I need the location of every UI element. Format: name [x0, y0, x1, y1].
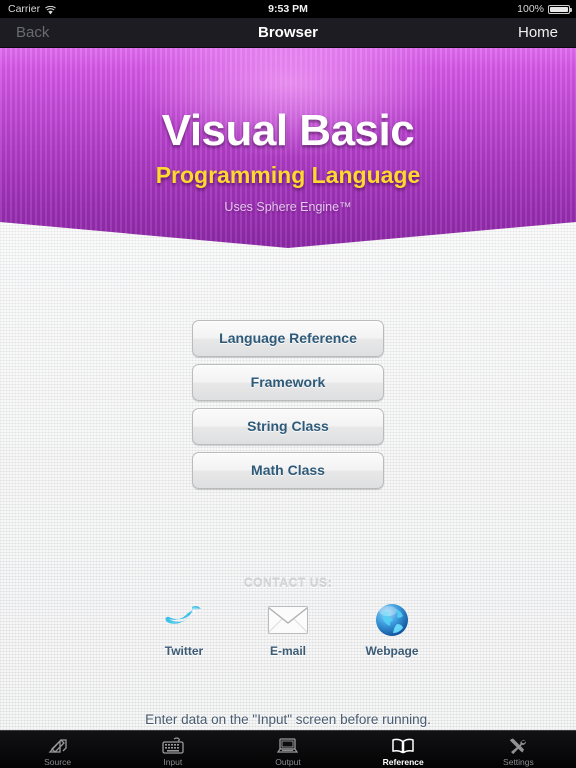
tab-input-label: Input [163, 756, 183, 767]
tab-settings-label: Settings [503, 756, 534, 767]
tab-reference-label: Reference [382, 756, 424, 767]
battery-full-icon [548, 4, 572, 14]
twitter-label: Twitter [164, 644, 204, 658]
tab-bar: Source Input Output Reference Settings [0, 730, 576, 768]
pencil-paper-icon [47, 735, 69, 755]
tab-settings[interactable]: Settings [461, 731, 576, 768]
contact-us-heading: CONTACT US: [243, 576, 333, 590]
language-reference-button[interactable]: Language Reference [192, 320, 384, 357]
email-label: E-mail [269, 644, 306, 658]
tab-source[interactable]: Source [0, 731, 115, 768]
email-link[interactable]: E-mail [253, 600, 323, 658]
envelope-icon [253, 600, 323, 640]
keyboard-icon [161, 735, 185, 755]
content-area: Visual Basic Programming Language Uses S… [0, 48, 576, 730]
tab-reference[interactable]: Reference [346, 731, 461, 768]
status-bar-right: 100% [517, 3, 572, 15]
navigation-bar: Back Browser Home [0, 18, 576, 48]
string-class-button[interactable]: String Class [192, 408, 384, 445]
tools-icon [507, 735, 529, 755]
framework-button[interactable]: Framework [192, 364, 384, 401]
twitter-bird-icon [149, 600, 219, 640]
laptop-icon [276, 735, 300, 755]
open-book-icon [391, 735, 415, 755]
app-subtitle: Programming Language [155, 162, 421, 188]
page-title: Browser [257, 24, 319, 41]
status-bar-time: 9:53 PM [268, 3, 308, 15]
engine-credit: Uses Sphere Engine™ [224, 200, 352, 214]
app-title: Visual Basic [161, 106, 415, 155]
twitter-link[interactable]: Twitter [149, 600, 219, 658]
tab-output[interactable]: Output [230, 731, 345, 768]
math-class-button[interactable]: Math Class [192, 452, 384, 489]
webpage-link[interactable]: Webpage [357, 600, 427, 658]
tab-input[interactable]: Input [115, 731, 230, 768]
tab-source-label: Source [44, 756, 72, 767]
tab-output-label: Output [275, 756, 301, 767]
status-bar: Carrier 9:53 PM 100% [0, 0, 576, 18]
globe-icon [357, 600, 427, 640]
webpage-label: Webpage [365, 644, 419, 658]
menu-button-list: Language Reference Framework String Clas… [192, 320, 384, 496]
battery-percent-label: 100% [517, 3, 544, 15]
home-button[interactable]: Home [518, 18, 558, 48]
contact-links-row: Twitter E-mail Webpage [0, 600, 576, 658]
app-banner: Visual Basic Programming Language Uses S… [0, 48, 576, 248]
input-hint-text: Enter data on the "Input" screen before … [145, 712, 431, 727]
